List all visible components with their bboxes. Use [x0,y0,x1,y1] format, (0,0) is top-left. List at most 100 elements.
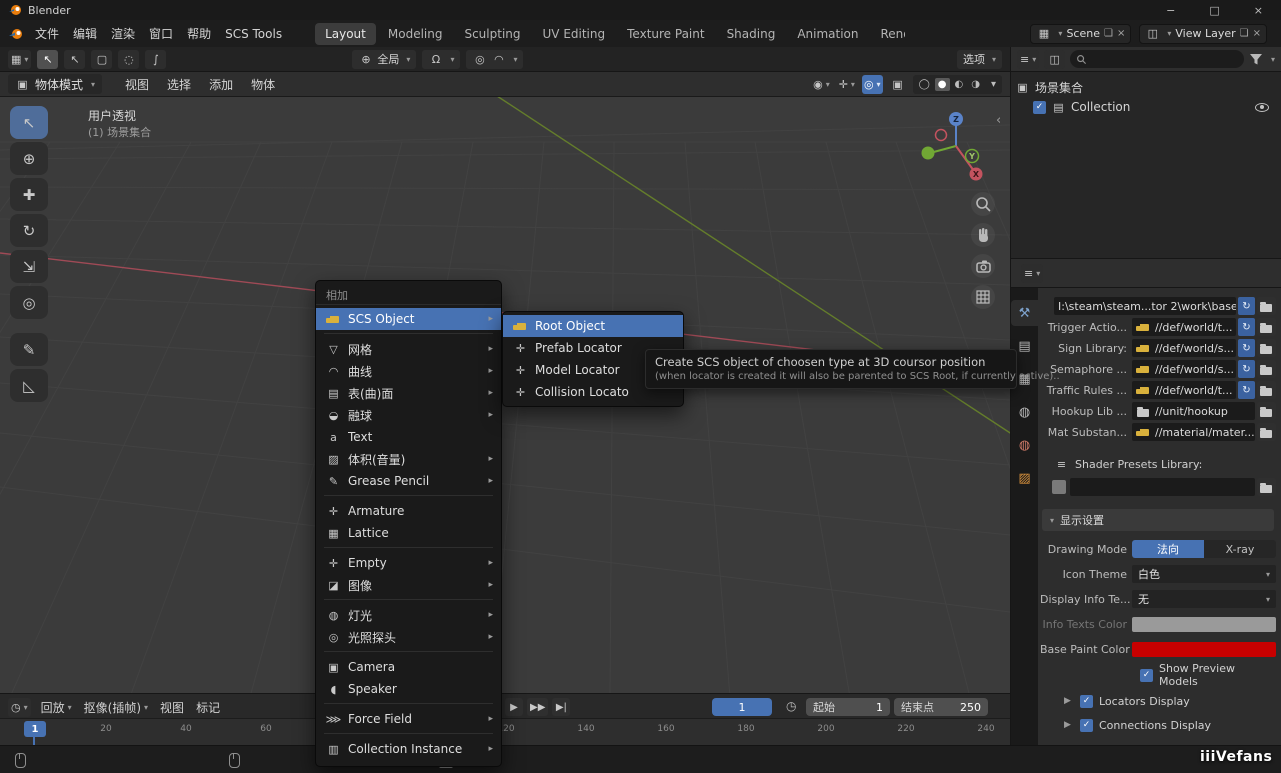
refresh-button[interactable]: ↻ [1238,381,1255,399]
expand-arrow-icon[interactable]: ▶ [1064,696,1074,706]
xray-toggle[interactable]: ▣ [888,75,908,94]
menu-item[interactable]: ▸ [316,730,501,738]
menu-item[interactable]: ◖ Speaker ▸ [316,678,501,700]
tool-button[interactable]: ↻ [10,214,48,247]
menu-item[interactable]: a Text ▸ [316,426,501,448]
new-view-layer-icon[interactable]: ❏ [1240,28,1249,39]
ortho-toggle-button[interactable] [971,285,995,309]
library-path-field[interactable]: //def/world/t... [1132,318,1236,336]
frame-start-field[interactable]: 起始 1 [806,698,890,716]
scs-project-path-field[interactable]: I:\steam\steam...tor 2\work\base\ [1054,297,1236,315]
overlays-toggle[interactable]: ◎▾ [862,75,883,94]
tool-button[interactable]: ⇲ [10,250,48,283]
menu-item[interactable]: ▸ [316,700,501,708]
workspace-tab[interactable]: Layout [315,23,376,45]
display-settings-panel-header[interactable]: ▾ 显示设置 [1042,509,1274,531]
maximize-button[interactable]: □ [1209,4,1219,17]
minimize-button[interactable]: − [1166,4,1175,17]
menu-item[interactable]: ▸ [316,492,501,500]
timeline-menu[interactable]: 视图▾ [154,697,190,718]
close-button[interactable]: × [1254,4,1263,17]
menubar-menu[interactable]: 编辑 [66,22,104,45]
library-path-field[interactable]: //def/world/s... [1132,339,1236,357]
blender-menu-icon[interactable] [8,27,24,41]
collection-checkbox[interactable]: ✓ [1033,101,1046,114]
shading-solid-button[interactable]: ● [935,78,950,91]
menu-item[interactable]: ✛ Empty ▸ [316,552,501,574]
pan-hand-button[interactable] [971,223,995,247]
current-frame-field[interactable]: 1 [712,698,772,716]
menu-item[interactable]: ◒ 融球 ▸ [316,404,501,426]
menubar-menu[interactable]: 渲染 [104,22,142,45]
select-box-button[interactable]: ▢ [91,50,112,69]
folder-button[interactable] [1257,339,1276,357]
transform-orientation-dropdown[interactable]: ⊕ 全局 ▾ [352,50,416,69]
visibility-eye-icon[interactable] [1255,103,1269,112]
play-button[interactable]: ▶ [505,698,523,716]
drawing-mode-option[interactable]: X-ray [1204,540,1276,558]
properties-tab[interactable]: ◍ [1011,432,1038,458]
visibility-dropdown[interactable]: ◉▾ [811,75,832,94]
tool-button[interactable]: ◺ [10,369,48,402]
refresh-button[interactable]: ↻ [1238,297,1255,315]
properties-tab[interactable]: ▨ [1011,465,1038,491]
icon-theme-dropdown[interactable]: 白色 ▾ [1132,565,1276,583]
tool-button[interactable]: ✎ [10,333,48,366]
folder-button[interactable] [1257,478,1276,496]
filter-funnel-icon[interactable] [1249,53,1263,66]
outliner-display-mode-button[interactable]: ◫ [1044,50,1065,69]
menu-item[interactable]: ▸ [316,648,501,656]
menu-item[interactable]: ▸ [316,596,501,604]
drawing-mode-option[interactable]: 法向 [1132,540,1204,558]
expand-arrow-icon[interactable]: ▶ [1064,720,1074,730]
outliner-row-collection[interactable]: ✓ ▤ Collection [1015,97,1277,117]
menu-item[interactable]: ✎ Grease Pencil ▸ [316,470,501,492]
editor-type-button[interactable]: ◷▾ [8,698,31,717]
shading-material-button[interactable]: ◐ [952,78,967,91]
viewport-menu[interactable]: 视图 [118,74,156,95]
proportional-editing-toggle[interactable]: ◎ ◠ ▾ [466,50,523,69]
library-path-field[interactable]: //def/world/t... [1132,381,1236,399]
workspace-tab[interactable]: Shading [717,23,786,45]
select-lasso-button[interactable]: ∫ [145,50,166,69]
workspace-tab[interactable]: Rendering [871,23,906,45]
menubar-menu[interactable]: 窗口 [142,22,180,45]
refresh-button[interactable]: ↻ [1238,318,1255,336]
menubar-menu[interactable]: 文件 [28,22,66,45]
folder-button[interactable] [1257,423,1276,441]
tool-button[interactable]: ⊕ [10,142,48,175]
viewport-menu[interactable]: 添加 [202,74,240,95]
properties-tab[interactable]: ◍ [1011,399,1038,425]
playhead[interactable]: 1 [24,721,46,737]
workspace-tab[interactable]: Texture Paint [617,23,714,45]
menu-item[interactable]: Root Object [503,315,683,337]
timeline-menu[interactable]: 抠像(插帧)▾ [78,697,154,718]
menu-item[interactable]: ▣ Camera ▸ [316,656,501,678]
paint-color-swatch[interactable] [1132,642,1276,657]
folder-button[interactable] [1257,318,1276,336]
shading-rendered-button[interactable]: ◑ [968,78,983,91]
menu-item[interactable]: ▸ [316,544,501,552]
editor-type-button[interactable]: ≡▾ [1017,50,1039,69]
timeline-ruler[interactable]: 20 40 60 80 100 120 140 160 180 200 220 [0,719,1010,745]
select-tweak-button[interactable]: ↖ [64,50,85,69]
menu-item[interactable]: ◍ 灯光 ▸ [316,604,501,626]
display-info-dropdown[interactable]: 无 ▾ [1132,590,1276,608]
menu-item[interactable]: ⋙ Force Field ▸ [316,708,501,730]
scene-selector[interactable]: ▦ ▾ Scene ❏ × [1030,24,1131,44]
mode-dropdown[interactable]: ▣ 物体模式 ▾ [8,74,102,94]
menu-item[interactable]: ▨ 体积(音量) ▸ [316,448,501,470]
workspace-tab[interactable]: UV Editing [533,23,616,45]
zoom-button[interactable] [971,192,995,216]
options-dropdown[interactable]: 选项 ▾ [957,50,1002,69]
menu-item[interactable]: ▥ Collection Instance ▸ [316,738,501,760]
menubar-menu[interactable]: 帮助 [180,22,218,45]
next-keyframe-button[interactable]: ▶▶ [527,698,548,716]
tool-button[interactable]: ↖ [10,106,48,139]
remove-view-layer-icon[interactable]: × [1253,28,1261,39]
search-input[interactable] [1091,53,1238,66]
view-layer-selector[interactable]: ◫ ▾ View Layer ❏ × [1139,24,1267,44]
workspace-tab[interactable]: Modeling [378,23,453,45]
checkbox[interactable]: ✓ [1080,719,1093,732]
editor-type-button[interactable]: ≡▾ [1021,264,1043,283]
